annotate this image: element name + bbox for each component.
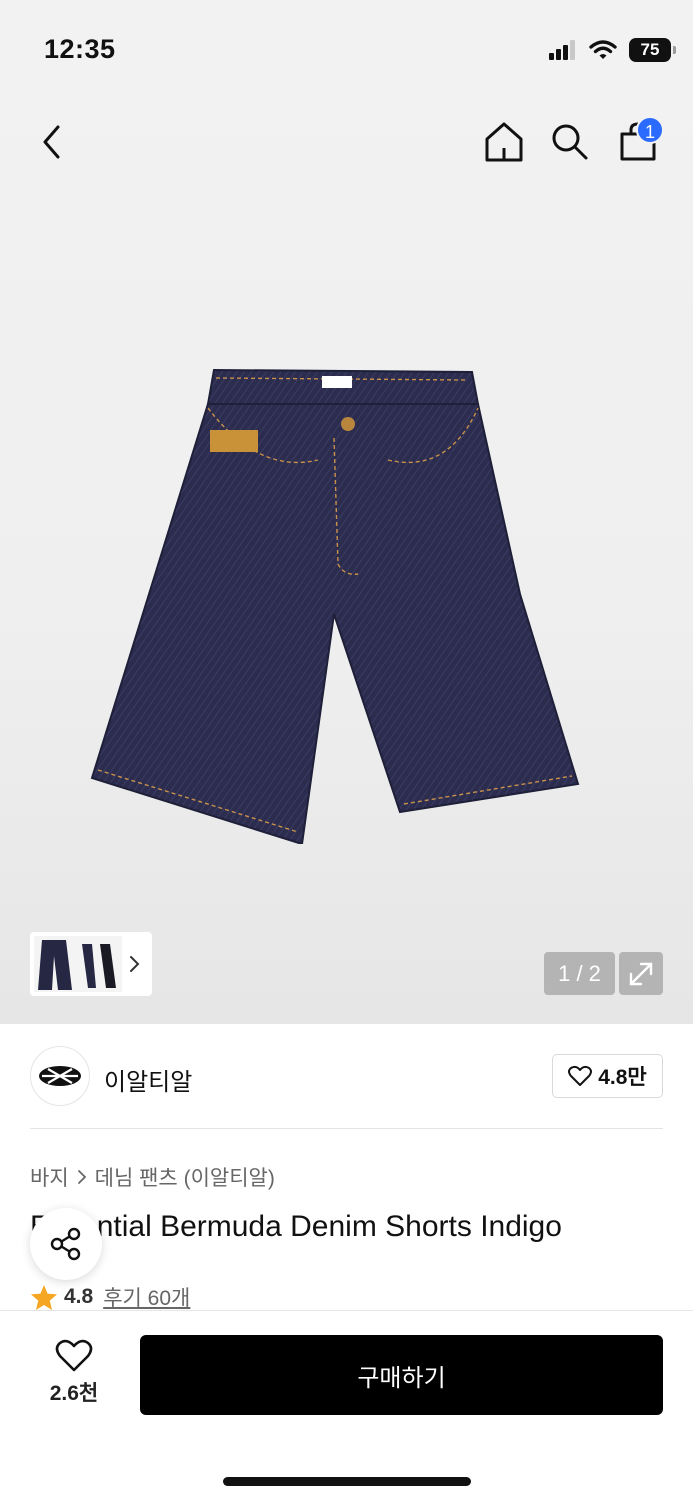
share-button[interactable] bbox=[30, 1208, 102, 1280]
home-indicator bbox=[223, 1477, 471, 1486]
signal-icon bbox=[549, 40, 575, 60]
expand-icon bbox=[629, 962, 653, 985]
brand-name[interactable]: 이알티알 bbox=[104, 1062, 192, 1097]
product-image[interactable] bbox=[88, 364, 584, 844]
buy-button[interactable]: 구매하기 bbox=[140, 1335, 663, 1415]
brand-like-button[interactable]: 4.8만 bbox=[552, 1054, 663, 1098]
home-button[interactable] bbox=[476, 110, 532, 174]
status-time: 12:35 bbox=[44, 34, 116, 64]
share-icon bbox=[50, 1227, 81, 1261]
divider bbox=[30, 1128, 663, 1129]
product-gallery[interactable]: 12:35 75 1 1 / 2 bbox=[0, 0, 693, 1024]
product-title: Essential Bermuda Denim Shorts Indigo bbox=[30, 1210, 562, 1243]
back-button[interactable] bbox=[24, 110, 80, 174]
wifi-icon bbox=[589, 40, 617, 59]
breadcrumb: 바지 데님 팬츠 (이알티알) bbox=[30, 1162, 275, 1192]
rating-row: 4.8 후기 60개 bbox=[30, 1282, 190, 1312]
brand-row[interactable]: 이알티알 4.8만 bbox=[30, 1046, 663, 1106]
breadcrumb-subcategory[interactable]: 데님 팬츠 (이알티알) bbox=[95, 1162, 275, 1192]
status-bar: 12:35 75 bbox=[0, 0, 693, 100]
chevron-right-icon[interactable] bbox=[128, 954, 142, 974]
brand-like-count: 4.8만 bbox=[598, 1066, 647, 1089]
star-icon bbox=[31, 1284, 57, 1310]
heart-icon bbox=[55, 1339, 93, 1372]
page-indicator: 1 / 2 bbox=[544, 952, 615, 995]
wishlist-count: 2.6천 bbox=[49, 1382, 99, 1405]
brand-logo-icon bbox=[39, 1066, 81, 1086]
chevron-right-icon bbox=[77, 1170, 86, 1184]
expand-button[interactable] bbox=[619, 952, 663, 995]
review-count-link[interactable]: 후기 60개 bbox=[103, 1282, 190, 1312]
rating-value: 4.8 bbox=[64, 1285, 94, 1308]
thumbnail-strip[interactable] bbox=[30, 932, 152, 996]
wishlist-button[interactable]: 2.6천 bbox=[30, 1339, 118, 1419]
search-button[interactable] bbox=[542, 110, 598, 174]
cart-button[interactable]: 1 bbox=[610, 110, 666, 174]
cart-count-badge: 1 bbox=[636, 116, 664, 144]
battery-icon: 75 bbox=[629, 38, 676, 62]
heart-icon bbox=[568, 1065, 593, 1086]
brand-logo[interactable] bbox=[30, 1046, 90, 1106]
search-icon bbox=[552, 124, 588, 160]
thumbnail-image[interactable] bbox=[34, 936, 122, 992]
bottom-action-bar: 2.6천 구매하기 bbox=[0, 1310, 693, 1500]
breadcrumb-category[interactable]: 바지 bbox=[30, 1162, 69, 1192]
top-nav: 1 bbox=[0, 110, 693, 174]
back-arrow-icon bbox=[43, 125, 60, 159]
home-icon bbox=[485, 122, 523, 162]
status-icons: 75 bbox=[549, 38, 676, 62]
